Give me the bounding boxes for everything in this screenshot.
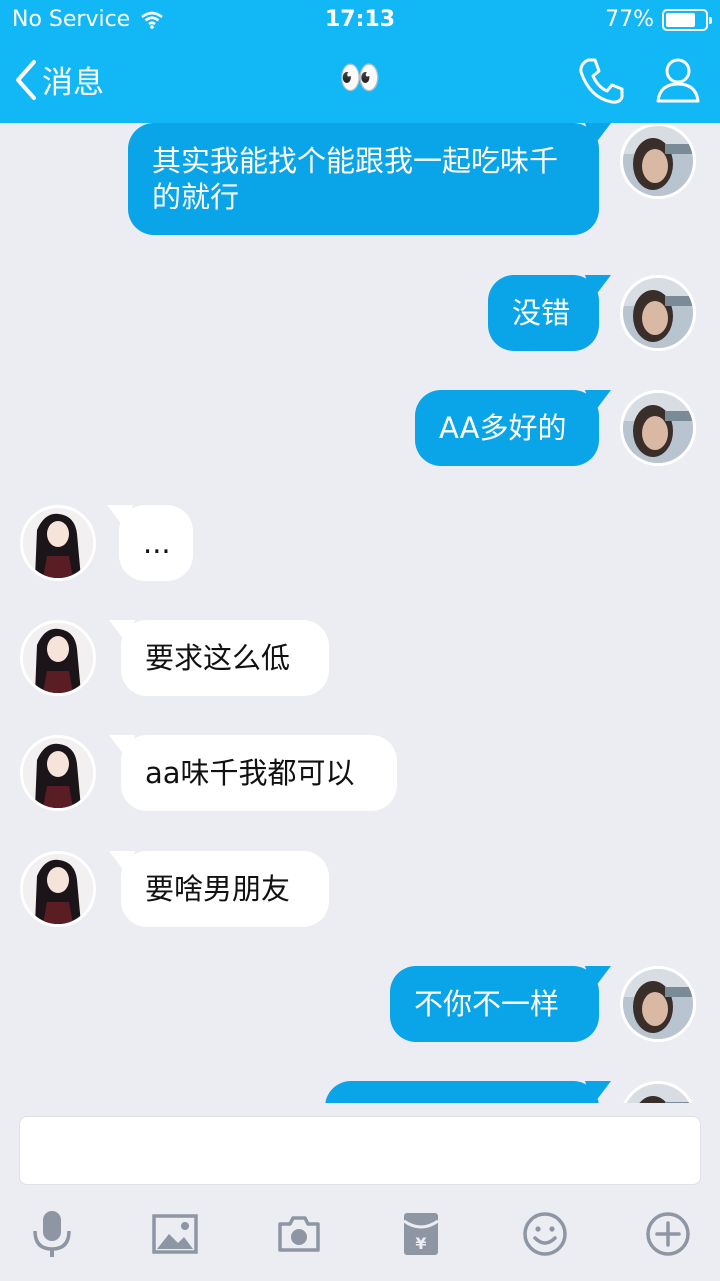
- message-text: 要啥男朋友: [145, 872, 291, 906]
- red-packet-button[interactable]: ¥: [396, 1209, 446, 1259]
- message-text: 其实我能找个能跟我一起吃味千的就行: [152, 144, 559, 214]
- avatar-self-image: [623, 969, 693, 1039]
- message-bubble[interactable]: 要啥男朋友: [121, 851, 329, 927]
- battery-icon: [662, 8, 712, 31]
- message-bubble[interactable]: aa味千我都可以: [121, 735, 397, 811]
- message-text: aa味千我都可以: [145, 756, 355, 790]
- battery-group: 77%: [605, 7, 712, 32]
- avatar-self-image: [623, 278, 693, 348]
- battery-percent: 77%: [605, 7, 654, 32]
- avatar-contact[interactable]: [20, 735, 96, 811]
- camera-button[interactable]: [274, 1209, 324, 1259]
- phone-call-button[interactable]: [576, 56, 626, 110]
- chat-screen: No Service 17:13 77% 消息 👀 其实我能找个能跟我一起吃味千…: [0, 0, 720, 1281]
- avatar-self-image: [623, 126, 693, 196]
- avatar-self[interactable]: [620, 390, 696, 466]
- message-text: 要求这么低: [145, 641, 291, 675]
- red-packet-icon: ¥: [403, 1213, 439, 1255]
- message-bubble[interactable]: 没错: [488, 275, 599, 351]
- nav-bar: 消息 👀: [0, 40, 720, 123]
- voice-button[interactable]: [27, 1209, 77, 1259]
- composer: ¥: [0, 1103, 720, 1281]
- avatar-self-image: [623, 1084, 693, 1103]
- message-text: AA多好的: [439, 411, 567, 445]
- more-button[interactable]: [643, 1209, 693, 1259]
- avatar-self-image: [623, 393, 693, 463]
- avatar-contact-image: [23, 738, 93, 808]
- avatar-contact-image: [23, 623, 93, 693]
- avatar-self[interactable]: [620, 275, 696, 351]
- avatar-contact[interactable]: [20, 851, 96, 927]
- microphone-icon: [33, 1211, 71, 1257]
- avatar-contact-image: [23, 854, 93, 924]
- avatar-self[interactable]: [620, 123, 696, 199]
- emoji-icon: [523, 1212, 567, 1256]
- person-icon: [656, 58, 700, 103]
- message-bubble[interactable]: AA多好的: [415, 390, 599, 466]
- camera-icon: [278, 1216, 320, 1252]
- message-bubble[interactable]: [325, 1081, 599, 1103]
- avatar-contact-image: [23, 508, 93, 578]
- phone-icon: [579, 58, 624, 104]
- avatar-contact[interactable]: [20, 620, 96, 696]
- message-bubble[interactable]: 不你不一样: [390, 966, 599, 1042]
- avatar-self[interactable]: [620, 966, 696, 1042]
- emoji-button[interactable]: [520, 1209, 570, 1259]
- message-input[interactable]: [19, 1116, 701, 1185]
- message-bubble[interactable]: 其实我能找个能跟我一起吃味千的就行: [128, 123, 599, 235]
- status-bar: No Service 17:13 77%: [0, 0, 720, 40]
- contact-profile-button[interactable]: [654, 56, 702, 108]
- avatar-self[interactable]: [620, 1081, 696, 1103]
- image-icon: [152, 1214, 198, 1254]
- message-list[interactable]: 其实我能找个能跟我一起吃味千的就行 没错 AA多好的 ... 要求这么低 aa味…: [0, 123, 720, 1103]
- message-bubble[interactable]: ...: [119, 505, 193, 581]
- message-bubble[interactable]: 要求这么低: [121, 620, 329, 696]
- svg-text:¥: ¥: [415, 1234, 426, 1253]
- message-text: 不你不一样: [414, 987, 560, 1021]
- header: No Service 17:13 77% 消息 👀: [0, 0, 720, 123]
- battery-fill: [666, 12, 696, 27]
- message-text: ...: [143, 526, 171, 560]
- plus-icon: [646, 1212, 690, 1256]
- image-button[interactable]: [150, 1209, 200, 1259]
- message-text: 没错: [512, 296, 571, 330]
- avatar-contact[interactable]: [20, 505, 96, 581]
